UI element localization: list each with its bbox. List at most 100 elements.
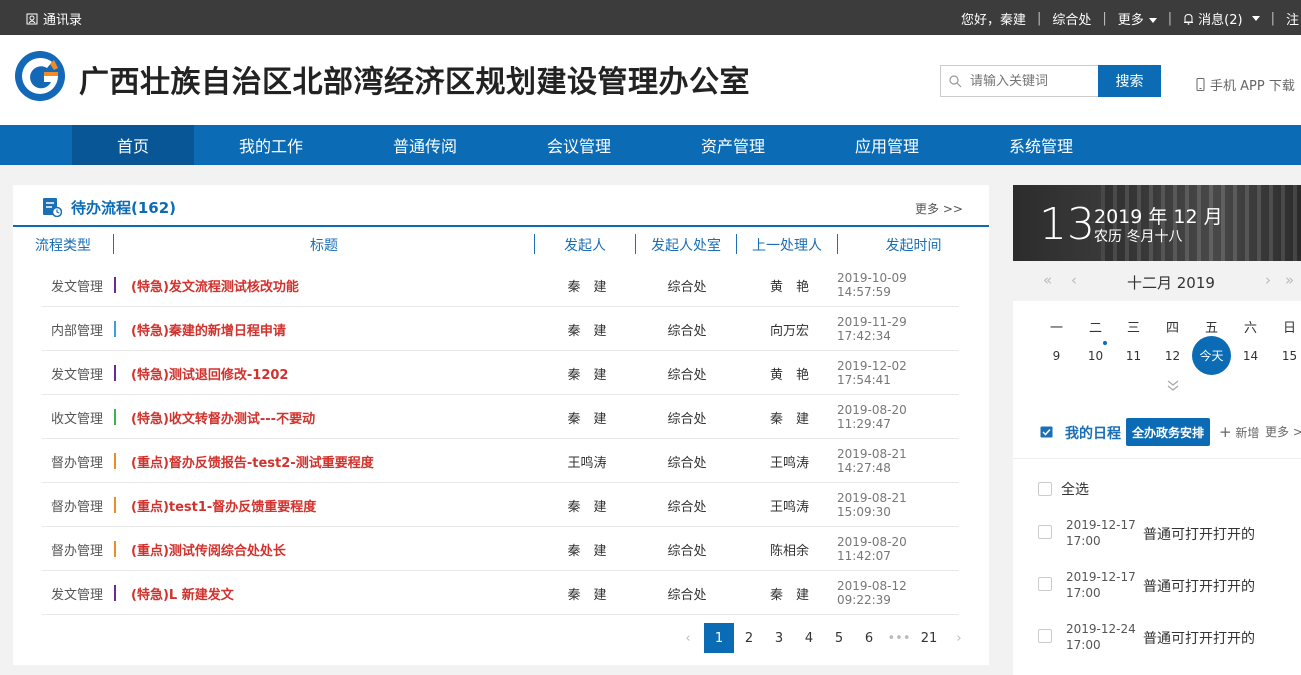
nav-home[interactable]: 首页 [72,125,194,165]
table-row[interactable]: 督办管理 (重点)督办反馈报告-test2-测试重要程度 王鸣涛 综合处 王鸣涛 2019… [42,439,959,483]
contacts-label: 通讯录 [43,13,83,28]
row-type: 收文管理 [50,411,103,427]
more-menu[interactable]: 更多 [1118,9,1157,28]
row-type: 发文管理 [50,587,103,603]
divider [1013,458,1301,459]
contacts-link[interactable]: 通讯录 [26,9,82,28]
add-label: 新增 [1235,426,1260,440]
row-type: 督办管理 [50,455,103,471]
table-row[interactable]: 发文管理 (特急)L 新建发文 秦 建 综合处 秦 建 2019-08-12 09:22:… [42,571,959,615]
priority-bar [114,541,116,557]
schedule-item-checkbox[interactable] [1038,525,1052,539]
weekday-label: 一 [1049,321,1063,336]
schedule-item-checkbox[interactable] [1038,577,1052,591]
row-title-link[interactable]: (特急)收文转督办测试---不要动 [131,395,315,439]
app-download-link[interactable]: 手机 APP 下载 [1196,75,1295,94]
calendar-month-label[interactable]: 十二月 2019 [1127,272,1215,293]
page-ellipsis: ••• [887,630,911,646]
table-row[interactable]: 发文管理 (特急)发文流程测试核改功能 秦 建 综合处 黄 艳 2019-10-09 14… [42,263,959,307]
expand-icon[interactable] [1166,378,1180,392]
row-time: 2019-08-12 09:22:39 [837,579,907,607]
page-4[interactable]: 4 [794,623,824,653]
col-header-title[interactable]: 标题 [114,227,534,263]
next-month-icon[interactable]: › [1265,271,1271,289]
col-header-type[interactable]: 流程类型 [13,227,113,263]
calendar-date[interactable]: 10 [1076,349,1115,363]
row-title-link[interactable]: (特急)发文流程测试核改功能 [131,263,299,307]
all-affairs-button[interactable]: 全办政务安排 [1126,418,1210,446]
calendar-date[interactable]: 9 [1037,349,1076,363]
schedule-more-link[interactable]: 更多 > [1265,423,1301,440]
weekday-label: 二 [1088,321,1102,336]
row-title-link[interactable]: (重点)督办反馈报告-test2-测试重要程度 [131,439,374,483]
schedule-item-checkbox[interactable] [1038,629,1052,643]
prev-month-icon[interactable]: ‹ [1071,271,1077,289]
schedule-panel: 我的日程 全办政务安排 + 新增 更多 > 全选 2019-12-17 17:00… [1013,401,1301,675]
row-type: 发文管理 [50,279,103,295]
col-header-dept[interactable]: 发起人处室 [636,227,736,263]
today-button[interactable]: 今天 [1192,336,1231,375]
table-row[interactable]: 发文管理 (特急)测试退回修改-1202 秦 建 综合处 黄 艳 2019-12-02 1… [42,351,959,395]
calendar-date[interactable]: 11 [1114,349,1153,363]
select-all-checkbox[interactable] [1038,482,1052,496]
table-row[interactable]: 内部管理 (特急)秦建的新增日程申请 秦 建 综合处 向万宏 2019-11-29 17:… [42,307,959,351]
calendar-widget: « ‹ 十二月 2019 › » 一 二 三 四 五 六 日 9 10 11 1… [1013,261,1301,401]
calendar-date[interactable]: 12 [1153,349,1192,363]
row-type: 督办管理 [50,499,103,515]
priority-bar [114,409,116,425]
row-title-link[interactable]: (特急)秦建的新增日程申请 [131,307,286,351]
schedule-item-text[interactable]: 普通可打开打开的 [1143,628,1255,648]
row-dept: 综合处 [667,587,707,603]
col-header-initiator[interactable]: 发起人 [535,227,635,263]
phone-icon [1196,78,1205,91]
page-3[interactable]: 3 [764,623,794,653]
next-page-button[interactable]: › [944,623,974,653]
nav-meeting[interactable]: 会议管理 [518,125,640,165]
nav-circulation[interactable]: 普通传阅 [364,125,486,165]
row-initiator: 王鸣涛 [567,455,607,471]
table-row[interactable]: 督办管理 (重点)test1-督办反馈重要程度 秦 建 综合处 王鸣涛 2019-08-2… [42,483,959,527]
search-input[interactable] [970,73,1090,89]
weekday-label: 日 [1282,321,1296,336]
schedule-item-text[interactable]: 普通可打开打开的 [1143,576,1255,596]
calendar-date[interactable]: 14 [1231,349,1270,363]
nav-assets[interactable]: 资产管理 [672,125,794,165]
schedule-item-text[interactable]: 普通可打开打开的 [1143,524,1255,544]
table-row[interactable]: 督办管理 (重点)测试传阅综合处处长 秦 建 综合处 陈相余 2019-08-20 11:… [42,527,959,571]
priority-bar [114,497,116,513]
more-link[interactable]: 更多 >> [915,200,963,217]
prev-year-icon[interactable]: « [1043,271,1052,289]
calendar-banner: 13 2019 年 12 月 农历 冬月十八 [1013,185,1301,261]
row-title-link[interactable]: (重点)test1-督办反馈重要程度 [131,483,316,527]
search-box[interactable] [940,65,1098,97]
nav-apps[interactable]: 应用管理 [826,125,948,165]
nav-system[interactable]: 系统管理 [980,125,1102,165]
weekday-label: 五 [1204,321,1218,336]
priority-bar [114,585,116,601]
col-header-prev[interactable]: 上一处理人 [737,227,837,263]
dept-link[interactable]: 综合处 [1052,9,1091,28]
page-21[interactable]: 21 [914,623,944,653]
page-2[interactable]: 2 [734,623,764,653]
table-row[interactable]: 收文管理 (特急)收文转督办测试---不要动 秦 建 综合处 秦 建 2019-08-20… [42,395,959,439]
page-5[interactable]: 5 [824,623,854,653]
main-nav: 首页 我的工作 普通传阅 会议管理 资产管理 应用管理 系统管理 [0,125,1301,165]
page-1[interactable]: 1 [704,623,734,653]
row-title-link[interactable]: (特急)测试退回修改-1202 [131,351,288,395]
row-title-link[interactable]: (重点)测试传阅综合处处长 [131,527,286,571]
prev-page-button[interactable]: ‹ [673,623,703,653]
col-header-time[interactable]: 发起时间 [838,227,989,263]
add-schedule-button[interactable]: + 新增 [1219,423,1259,441]
nav-my-work[interactable]: 我的工作 [210,125,332,165]
calendar-date[interactable]: 15 [1270,349,1301,363]
page-6[interactable]: 6 [854,623,884,653]
logout-link[interactable]: 注 [1286,9,1299,28]
next-year-icon[interactable]: » [1285,271,1294,289]
schedule-date: 2019-12-24 [1066,622,1136,636]
search-button[interactable]: 搜索 [1098,65,1161,97]
event-dot-icon [1103,341,1107,345]
row-title-link[interactable]: (特急)L 新建发文 [131,571,234,615]
messages-menu[interactable]: 消息(2) [1183,9,1260,28]
more-menu-label: 更多 [1117,13,1144,28]
page-title: 广西壮族自治区北部湾经济区规划建设管理办公室 [79,65,750,100]
